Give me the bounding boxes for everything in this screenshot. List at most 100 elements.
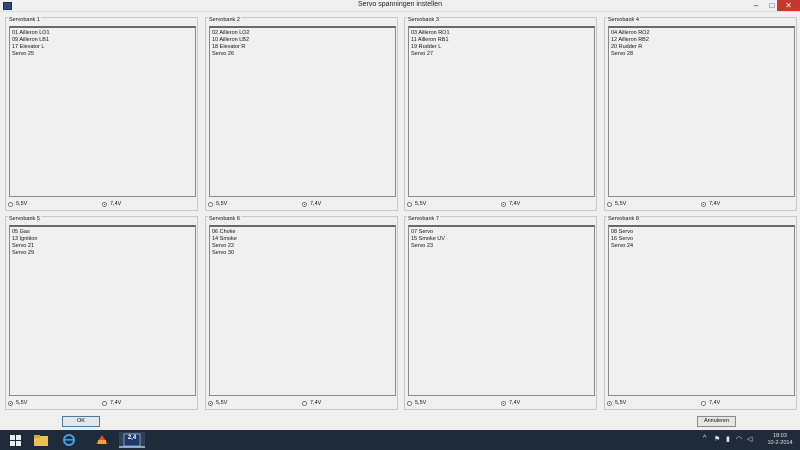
radio-button-icon[interactable] <box>102 400 107 406</box>
servo-list-item[interactable]: Servo 25 <box>12 51 195 58</box>
radio-label: 7,4V <box>709 400 721 406</box>
voltage-5-5v-radio[interactable]: 5,5V <box>8 400 27 408</box>
servobank-caption: Servobank 2 <box>208 17 241 23</box>
servo-list[interactable]: 03 Ailleron RO1 11 Ailleron RB1 19 Rudder … <box>408 26 595 197</box>
voltage-5-5v-radio[interactable]: 5,5V <box>8 201 27 209</box>
file-explorer-icon[interactable] <box>29 432 53 448</box>
servo-list[interactable]: 05 Gas 13 Ignition Servo 21 Servo 29 <box>9 225 196 396</box>
radio-label: 7,4V <box>509 400 521 406</box>
radio-button-icon[interactable] <box>407 400 412 406</box>
servo-list-item[interactable]: 17 Elevator L <box>12 44 195 51</box>
servo-list-item[interactable]: 15 Smoke UV <box>411 236 594 243</box>
servo-list[interactable]: 06 Choke 14 Smoke Servo 22 Servo 30 <box>209 225 396 396</box>
servo-list-item[interactable]: 19 Rudder L <box>411 44 594 51</box>
voltage-5-5v-radio[interactable]: 5,5V <box>208 201 227 209</box>
servobank-group: Servobank 7 07 Servo 15 Smoke UV Servo 23 5,… <box>404 216 597 410</box>
servo-list-item[interactable]: Servo 22 <box>212 243 395 250</box>
taskbar: 2,4 ^ ⚑ ▮ ◠ ◁ 18:03 10-2-2014 <box>0 430 800 450</box>
servo-list-item[interactable]: Servo 29 <box>12 250 195 257</box>
servo-list-item[interactable]: 09 Ailleron LB1 <box>12 37 195 44</box>
signal-icon[interactable]: ▮ <box>726 435 730 443</box>
voltage-7-4v-radio[interactable]: 7,4V <box>302 201 321 209</box>
servo-list-item[interactable]: 06 Choke <box>212 229 395 236</box>
radio-label: 5,5V <box>615 201 627 207</box>
radio-button-icon[interactable] <box>501 400 506 406</box>
servo-list-item[interactable]: 07 Servo <box>411 229 594 236</box>
servobank-group: Servobank 4 04 Ailleron RO2 12 Ailleron RB… <box>604 17 797 211</box>
servo-list-item[interactable]: 16 Servo <box>611 236 794 243</box>
radio-button-icon[interactable] <box>302 400 307 406</box>
servo-list-item[interactable]: Servo 26 <box>212 51 395 58</box>
voltage-7-4v-radio[interactable]: 7,4V <box>701 400 720 408</box>
voltage-7-4v-radio[interactable]: 7,4V <box>501 400 520 408</box>
minimize-button[interactable]: – <box>745 0 767 11</box>
voltage-5-5v-radio[interactable]: 5,5V <box>607 201 626 209</box>
radio-button-icon[interactable] <box>607 400 612 406</box>
voltage-7-4v-radio[interactable]: 7,4V <box>302 400 321 408</box>
servo-list[interactable]: 02 Ailleron LO2 10 Ailleron LB2 18 Elevato… <box>209 26 396 197</box>
servobank-caption: Servobank 7 <box>407 216 440 222</box>
servo-list-item[interactable]: Servo 21 <box>12 243 195 250</box>
radio-button-icon[interactable] <box>208 201 213 207</box>
radio-button-icon[interactable] <box>607 201 612 207</box>
servo-list-item[interactable]: 04 Ailleron RO2 <box>611 30 794 37</box>
servo-list[interactable]: 07 Servo 15 Smoke UV Servo 23 <box>408 225 595 396</box>
servo-list-item[interactable]: Servo 30 <box>212 250 395 257</box>
maximize-button[interactable]: □ <box>767 0 777 11</box>
voltage-5-5v-radio[interactable]: 5,5V <box>407 400 426 408</box>
voltage-5-5v-radio[interactable]: 5,5V <box>208 400 227 408</box>
voltage-7-4v-radio[interactable]: 7,4V <box>701 201 720 209</box>
servo-list-item[interactable]: 12 Ailleron RB2 <box>611 37 794 44</box>
servo-list-item[interactable]: Servo 23 <box>411 243 594 250</box>
servo-list[interactable]: 04 Ailleron RO2 12 Ailleron RB2 20 Rudder … <box>608 26 795 197</box>
system-clock[interactable]: 18:03 10-2-2014 <box>762 433 798 447</box>
servo-list[interactable]: 08 Servo 16 Servo Servo 24 <box>608 225 795 396</box>
servobank-group: Servobank 1 01 Ailleron LO1 09 Ailleron LB… <box>5 17 198 211</box>
servo-list-item[interactable]: 02 Ailleron LO2 <box>212 30 395 37</box>
servo-list-item[interactable]: 03 Ailleron RO1 <box>411 30 594 37</box>
clock-time: 18:03 <box>773 433 787 439</box>
radio-label: 7,4V <box>310 201 322 207</box>
voltage-7-4v-radio[interactable]: 7,4V <box>501 201 520 209</box>
servo-list-item[interactable]: 13 Ignition <box>12 236 195 243</box>
radio-button-icon[interactable] <box>501 201 506 207</box>
close-button[interactable]: ✕ <box>777 0 800 11</box>
servo-list-item[interactable]: 18 Elevator R <box>212 44 395 51</box>
servo-list-item[interactable]: 01 Ailleron LO1 <box>12 30 195 37</box>
servobank-group: Servobank 2 02 Ailleron LO2 10 Ailleron LB… <box>205 17 398 211</box>
servo-list-item[interactable]: 10 Ailleron LB2 <box>212 37 395 44</box>
servo-list-item[interactable]: 14 Smoke <box>212 236 395 243</box>
windows-start-icon[interactable] <box>3 432 27 448</box>
radio-button-icon[interactable] <box>102 201 107 207</box>
servo-list-item[interactable]: Servo 27 <box>411 51 594 58</box>
voltage-5-5v-radio[interactable]: 5,5V <box>607 400 626 408</box>
volume-icon[interactable]: ◁ <box>747 435 752 443</box>
radio-button-icon[interactable] <box>701 400 706 406</box>
tray-expand-icon[interactable]: ^ <box>703 435 706 442</box>
flag-icon[interactable]: ⚑ <box>714 435 720 443</box>
radio-button-icon[interactable] <box>302 201 307 207</box>
radio-button-icon[interactable] <box>701 201 706 207</box>
radio-button-icon[interactable] <box>8 400 13 406</box>
servo-list-item[interactable]: 05 Gas <box>12 229 195 236</box>
internet-explorer-icon[interactable] <box>57 432 81 448</box>
voltage-5-5v-radio[interactable]: 5,5V <box>407 201 426 209</box>
radio-button-icon[interactable] <box>407 201 412 207</box>
wifi-icon[interactable]: ◠ <box>736 435 742 443</box>
servo-list-item[interactable]: Servo 28 <box>611 51 794 58</box>
servo-list-item[interactable]: 20 Rudder R <box>611 44 794 51</box>
servo-app-icon[interactable]: 2,4 <box>119 432 145 448</box>
radio-button-icon[interactable] <box>8 201 13 207</box>
servo-list-item[interactable]: Servo 24 <box>611 243 794 250</box>
servo-list[interactable]: 01 Ailleron LO1 09 Ailleron LB1 17 Elevato… <box>9 26 196 197</box>
app-icon[interactable] <box>90 432 114 448</box>
servo-app-label: 2,4 <box>127 435 137 441</box>
servo-list-item[interactable]: 11 Ailleron RB1 <box>411 37 594 44</box>
radio-label: 7,4V <box>110 400 122 406</box>
cancel-button[interactable]: Annuleren <box>697 416 736 427</box>
radio-button-icon[interactable] <box>208 400 213 406</box>
servo-list-item[interactable]: 08 Servo <box>611 229 794 236</box>
voltage-7-4v-radio[interactable]: 7,4V <box>102 400 121 408</box>
ok-button[interactable]: OK <box>62 416 100 427</box>
voltage-7-4v-radio[interactable]: 7,4V <box>102 201 121 209</box>
